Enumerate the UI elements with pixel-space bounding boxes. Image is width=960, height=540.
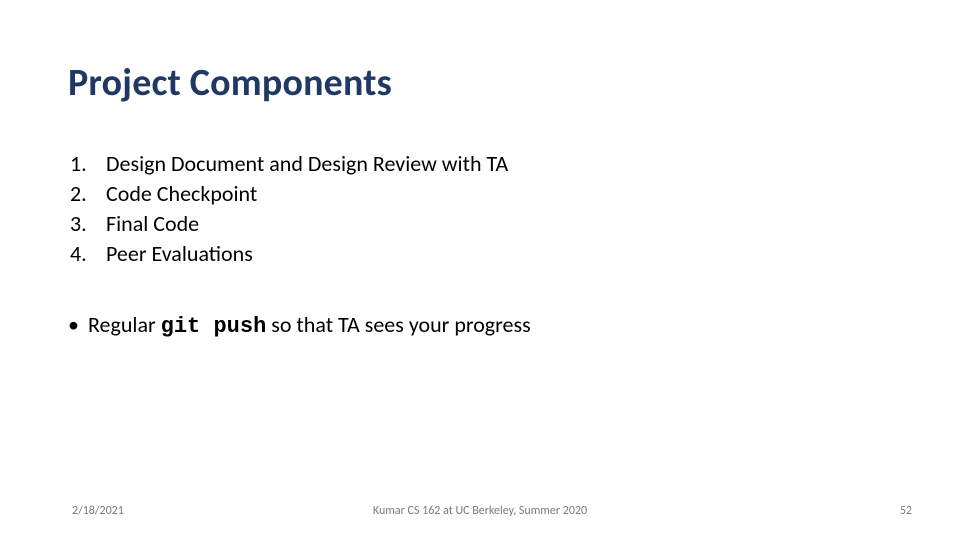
list-number: 3. bbox=[70, 210, 106, 237]
bullet-dot-icon: • bbox=[68, 314, 88, 336]
footer-page-number: 52 bbox=[900, 504, 912, 518]
bullet-post: so that TA sees your progress bbox=[266, 311, 530, 338]
list-item: 4. Peer Evaluations bbox=[70, 240, 892, 267]
bullet-item: • Regular git push so that TA sees your … bbox=[68, 311, 892, 339]
list-item: 3. Final Code bbox=[70, 210, 892, 237]
footer-center: Kumar CS 162 at UC Berkeley, Summer 2020 bbox=[0, 504, 960, 518]
footer: 2/18/2021 Kumar CS 162 at UC Berkeley, S… bbox=[0, 504, 960, 518]
slide: Project Components 1. Design Document an… bbox=[0, 0, 960, 540]
list-item: 2. Code Checkpoint bbox=[70, 180, 892, 207]
list-text: Code Checkpoint bbox=[106, 180, 257, 207]
list-number: 2. bbox=[70, 180, 106, 207]
list-number: 1. bbox=[70, 150, 106, 177]
list-text: Peer Evaluations bbox=[106, 240, 253, 267]
bullet-text: Regular git push so that TA sees your pr… bbox=[88, 311, 531, 339]
slide-title: Project Components bbox=[68, 60, 892, 106]
footer-date: 2/18/2021 bbox=[72, 504, 124, 518]
list-text: Final Code bbox=[106, 210, 199, 237]
list-text: Design Document and Design Review with T… bbox=[106, 150, 508, 177]
list-number: 4. bbox=[70, 240, 106, 267]
numbered-list: 1. Design Document and Design Review wit… bbox=[70, 150, 892, 267]
list-item: 1. Design Document and Design Review wit… bbox=[70, 150, 892, 177]
bullet-pre: Regular bbox=[88, 311, 161, 338]
code-text: git push bbox=[161, 314, 267, 339]
